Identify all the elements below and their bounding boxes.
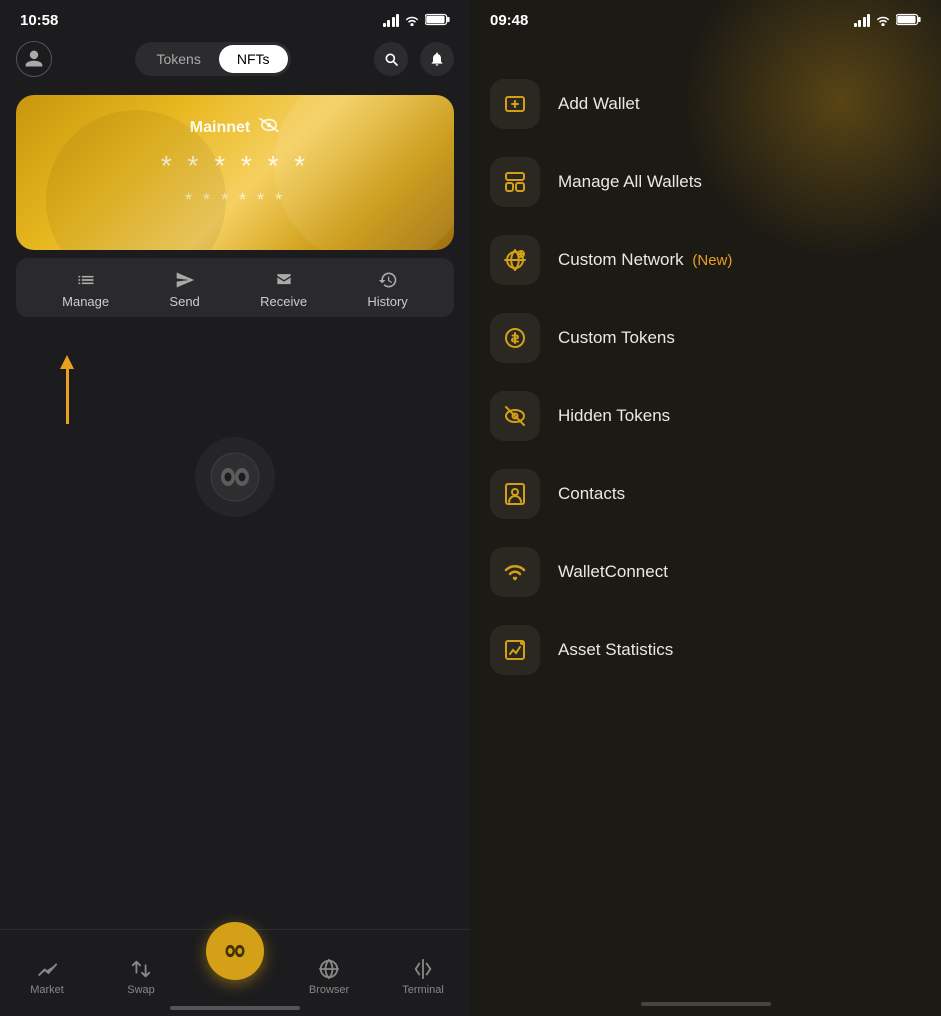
nav-terminal[interactable]: Terminal: [376, 958, 470, 996]
battery-icon-right: [896, 13, 921, 29]
bottom-nav: Market Swap: [0, 929, 470, 1016]
contacts-label: Contacts: [558, 484, 625, 504]
home-indicator-right: [641, 1002, 771, 1006]
status-icons-right: [854, 13, 922, 29]
balance-hidden-sub: * * * * * *: [40, 190, 430, 211]
nav-browser-label: Browser: [309, 984, 349, 996]
network-label: Mainnet: [190, 119, 250, 137]
send-action[interactable]: Send: [169, 270, 199, 309]
wallet-card[interactable]: Mainnet * * * * * * * * * * * *: [16, 95, 454, 250]
manage-label: Manage: [62, 294, 109, 309]
notification-button[interactable]: [420, 42, 454, 76]
tab-nfts[interactable]: NFTs: [219, 45, 288, 73]
menu-item-wallet-connect[interactable]: WalletConnect: [490, 533, 921, 611]
card-header: Mainnet: [40, 117, 430, 138]
status-icons-left: [383, 13, 451, 29]
menu-item-asset-statistics[interactable]: Asset Statistics: [490, 611, 921, 689]
menu-list: Add Wallet Manage All Wallets: [470, 35, 941, 689]
menu-item-manage-wallets[interactable]: Manage All Wallets: [490, 143, 921, 221]
signal-icon-right: [854, 14, 871, 27]
menu-item-hidden-tokens[interactable]: Hidden Tokens: [490, 377, 921, 455]
time-left: 10:58: [20, 12, 58, 29]
hidden-tokens-icon-wrap: [490, 391, 540, 441]
history-action[interactable]: History: [367, 270, 407, 309]
nav-center-logo[interactable]: [188, 922, 282, 980]
wallet-connect-icon-wrap: [490, 547, 540, 597]
nav-tabs: Tokens NFTs: [135, 42, 290, 76]
menu-item-custom-network[interactable]: Custom Network (New): [490, 221, 921, 299]
arrow-shaft: [66, 369, 69, 424]
signal-icon: [383, 14, 400, 27]
add-wallet-label: Add Wallet: [558, 94, 640, 114]
manage-wallets-label: Manage All Wallets: [558, 172, 702, 192]
nav-swap[interactable]: Swap: [94, 958, 188, 996]
nav-icons: [374, 42, 454, 76]
nav-terminal-label: Terminal: [402, 984, 444, 996]
status-bar-left: 10:58: [0, 0, 470, 35]
time-right: 09:48: [490, 12, 528, 29]
manage-action[interactable]: Manage: [62, 270, 109, 309]
nft-empty-icon: [195, 437, 275, 517]
custom-tokens-icon-wrap: [490, 313, 540, 363]
manage-arrow-annotation: [60, 355, 74, 424]
menu-item-add-wallet[interactable]: Add Wallet: [490, 65, 921, 143]
arrowhead-up: [60, 355, 74, 369]
menu-item-custom-tokens[interactable]: Custom Tokens: [490, 299, 921, 377]
send-label: Send: [169, 294, 199, 309]
asset-statistics-icon-wrap: [490, 625, 540, 675]
history-label: History: [367, 294, 407, 309]
wifi-icon-right: [875, 13, 891, 29]
battery-icon: [425, 13, 450, 29]
receive-label: Receive: [260, 294, 307, 309]
right-phone: 09:48: [470, 0, 941, 1016]
wifi-icon: [404, 13, 420, 29]
nav-market[interactable]: Market: [0, 958, 94, 996]
action-bar: Manage Send Receive History: [16, 258, 454, 317]
center-logo-button[interactable]: [206, 922, 264, 980]
custom-network-label: Custom Network (New): [558, 250, 732, 270]
nav-browser[interactable]: Browser: [282, 958, 376, 996]
add-wallet-icon-wrap: [490, 79, 540, 129]
balance-hidden-main: * * * * * *: [40, 150, 430, 182]
wallet-connect-label: WalletConnect: [558, 562, 668, 582]
new-badge: (New): [692, 252, 732, 269]
status-bar-right: 09:48: [470, 0, 941, 35]
top-nav: Tokens NFTs: [0, 35, 470, 87]
nav-swap-label: Swap: [127, 984, 155, 996]
custom-network-icon-wrap: [490, 235, 540, 285]
manage-wallets-icon-wrap: [490, 157, 540, 207]
asset-statistics-label: Asset Statistics: [558, 640, 673, 660]
menu-item-contacts[interactable]: Contacts: [490, 455, 921, 533]
home-indicator-left: [170, 1006, 300, 1010]
receive-action[interactable]: Receive: [260, 270, 307, 309]
search-button[interactable]: [374, 42, 408, 76]
contacts-icon-wrap: [490, 469, 540, 519]
custom-tokens-label: Custom Tokens: [558, 328, 675, 348]
hidden-tokens-label: Hidden Tokens: [558, 406, 670, 426]
eye-slash-icon: [258, 117, 280, 138]
left-phone: 10:58: [0, 0, 470, 1016]
tab-tokens[interactable]: Tokens: [138, 45, 218, 73]
nav-market-label: Market: [30, 984, 64, 996]
avatar-icon[interactable]: [16, 41, 52, 77]
